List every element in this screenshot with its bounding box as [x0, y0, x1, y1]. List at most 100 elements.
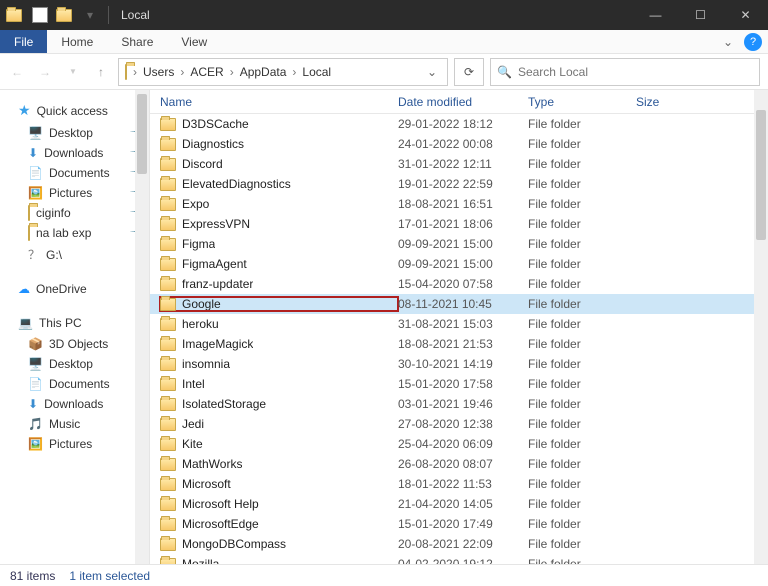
chevron-right-icon[interactable]: › — [178, 65, 186, 79]
file-row[interactable]: IsolatedStorage03-01-2021 19:46File fold… — [150, 394, 754, 414]
file-date: 31-08-2021 15:03 — [398, 317, 528, 331]
file-row[interactable]: Jedi27-08-2020 12:38File folder — [150, 414, 754, 434]
sidebar-item-label: ciginfo — [36, 206, 71, 220]
breadcrumb-segment[interactable]: ACER — [186, 65, 227, 79]
column-type[interactable]: Type — [528, 95, 636, 109]
file-name: FigmaAgent — [182, 257, 247, 271]
file-row[interactable]: Microsoft18-01-2022 11:53File folder — [150, 474, 754, 494]
help-icon[interactable]: ? — [744, 33, 762, 51]
file-row[interactable]: insomnia30-10-2021 14:19File folder — [150, 354, 754, 374]
file-row[interactable]: Figma09-09-2021 15:00File folder — [150, 234, 754, 254]
forward-button[interactable]: → — [34, 61, 56, 83]
file-row[interactable]: ElevatedDiagnostics19-01-2022 22:59File … — [150, 174, 754, 194]
sidebar-item[interactable]: na lab exp📌 — [0, 223, 149, 243]
folder-icon — [28, 206, 30, 220]
folder-icon — [160, 498, 176, 511]
address-dropdown-icon[interactable]: ⌄ — [421, 65, 443, 79]
search-input[interactable] — [518, 65, 753, 79]
file-row[interactable]: Intel15-01-2020 17:58File folder — [150, 374, 754, 394]
column-headers[interactable]: Name Date modified Type Size — [150, 90, 768, 114]
drive-icon: ？ — [28, 246, 40, 263]
file-row[interactable]: Mozilla04-02-2020 19:12File folder — [150, 554, 754, 564]
sidebar-item[interactable]: 📦3D Objects — [0, 334, 149, 354]
file-date: 18-01-2022 11:53 — [398, 477, 528, 491]
file-row[interactable]: Google08-11-2021 10:45File folder — [150, 294, 754, 314]
file-row[interactable]: D3DSCache29-01-2022 18:12File folder — [150, 114, 754, 134]
folder-icon — [160, 378, 176, 391]
sidebar-item[interactable]: ciginfo📌 — [0, 203, 149, 223]
tab-view[interactable]: View — [167, 30, 221, 53]
sidebar-item[interactable]: ？G:\ — [0, 243, 149, 266]
up-button[interactable]: ↑ — [90, 61, 112, 83]
file-row[interactable]: Expo18-08-2021 16:51File folder — [150, 194, 754, 214]
column-name[interactable]: Name — [160, 95, 398, 109]
sidebar-item[interactable]: 🎵Music — [0, 414, 149, 434]
column-size[interactable]: Size — [636, 95, 716, 109]
file-row[interactable]: MongoDBCompass20-08-2021 22:09File folde… — [150, 534, 754, 554]
breadcrumb-segment[interactable]: Users — [139, 65, 178, 79]
scrollbar-thumb[interactable] — [137, 94, 147, 174]
file-row[interactable]: FigmaAgent09-09-2021 15:00File folder — [150, 254, 754, 274]
file-row[interactable]: ImageMagick18-08-2021 21:53File folder — [150, 334, 754, 354]
sidebar-item[interactable]: 🖼️Pictures📌 — [0, 183, 149, 203]
file-row[interactable]: ExpressVPN17-01-2021 18:06File folder — [150, 214, 754, 234]
file-date: 20-08-2021 22:09 — [398, 537, 528, 551]
tab-share[interactable]: Share — [107, 30, 167, 53]
file-row[interactable]: Discord31-01-2022 12:11File folder — [150, 154, 754, 174]
file-name: franz-updater — [182, 277, 253, 291]
sidebar-item[interactable]: 🖼️Pictures — [0, 434, 149, 454]
scrollbar-thumb[interactable] — [756, 110, 766, 240]
content-scrollbar[interactable] — [754, 90, 768, 564]
folder-icon — [160, 478, 176, 491]
sidebar-item[interactable]: 🖥️Desktop — [0, 354, 149, 374]
refresh-button[interactable]: ⟳ — [454, 58, 484, 86]
chevron-right-icon[interactable]: › — [290, 65, 298, 79]
file-name: IsolatedStorage — [182, 397, 266, 411]
recent-locations-icon[interactable]: ▼ — [62, 61, 84, 83]
file-row[interactable]: Kite25-04-2020 06:09File folder — [150, 434, 754, 454]
column-date[interactable]: Date modified — [398, 95, 528, 109]
file-row[interactable]: franz-updater15-04-2020 07:58File folder — [150, 274, 754, 294]
folder-icon — [160, 158, 176, 171]
close-button[interactable]: ✕ — [723, 0, 768, 30]
tab-home[interactable]: Home — [47, 30, 107, 53]
onedrive-group[interactable]: ☁ OneDrive — [0, 278, 149, 300]
sidebar-item[interactable]: ⬇Downloads — [0, 394, 149, 414]
quick-access-group[interactable]: ★ Quick access — [0, 98, 149, 123]
navigation-pane[interactable]: ★ Quick access 🖥️Desktop📌⬇Downloads📌📄Doc… — [0, 90, 150, 564]
chevron-right-icon[interactable]: › — [131, 65, 139, 79]
maximize-button[interactable]: ☐ — [678, 0, 723, 30]
file-row[interactable]: Diagnostics24-01-2022 00:08File folder — [150, 134, 754, 154]
breadcrumb-segment[interactable]: Local — [298, 65, 335, 79]
file-rows: D3DSCache29-01-2022 18:12File folderDiag… — [150, 114, 754, 564]
this-pc-group[interactable]: 💻 This PC — [0, 312, 149, 334]
search-box[interactable]: 🔍 — [490, 58, 760, 86]
minimize-button[interactable]: — — [633, 0, 678, 30]
file-menu[interactable]: File — [0, 30, 47, 53]
sidebar-item[interactable]: 🖥️Desktop📌 — [0, 123, 149, 143]
folder-icon — [160, 438, 176, 451]
file-name: Discord — [182, 157, 223, 171]
ribbon-expand-icon[interactable]: ⌄ — [716, 30, 740, 53]
file-date: 15-01-2020 17:49 — [398, 517, 528, 531]
sidebar-item[interactable]: ⬇Downloads📌 — [0, 143, 149, 163]
chevron-right-icon[interactable]: › — [228, 65, 236, 79]
file-row[interactable]: heroku31-08-2021 15:03File folder — [150, 314, 754, 334]
file-date: 30-10-2021 14:19 — [398, 357, 528, 371]
file-name: Microsoft — [182, 477, 231, 491]
nav-scrollbar[interactable] — [135, 90, 149, 564]
file-type: File folder — [528, 357, 636, 371]
breadcrumb-segment[interactable]: AppData — [236, 65, 291, 79]
file-row[interactable]: MathWorks26-08-2020 08:07File folder — [150, 454, 754, 474]
properties-icon[interactable] — [32, 7, 48, 23]
sidebar-item[interactable]: 📄Documents📌 — [0, 163, 149, 183]
file-row[interactable]: MicrosoftEdge15-01-2020 17:49File folder — [150, 514, 754, 534]
file-type: File folder — [528, 277, 636, 291]
back-button[interactable]: ← — [6, 61, 28, 83]
address-bar[interactable]: › Users › ACER › AppData › Local ⌄ — [118, 58, 448, 86]
file-row[interactable]: Microsoft Help21-04-2020 14:05File folde… — [150, 494, 754, 514]
file-name: Microsoft Help — [182, 497, 259, 511]
sidebar-item-label: Music — [49, 417, 80, 431]
sidebar-item[interactable]: 📄Documents — [0, 374, 149, 394]
dropdown-icon[interactable]: ▾ — [78, 3, 102, 27]
